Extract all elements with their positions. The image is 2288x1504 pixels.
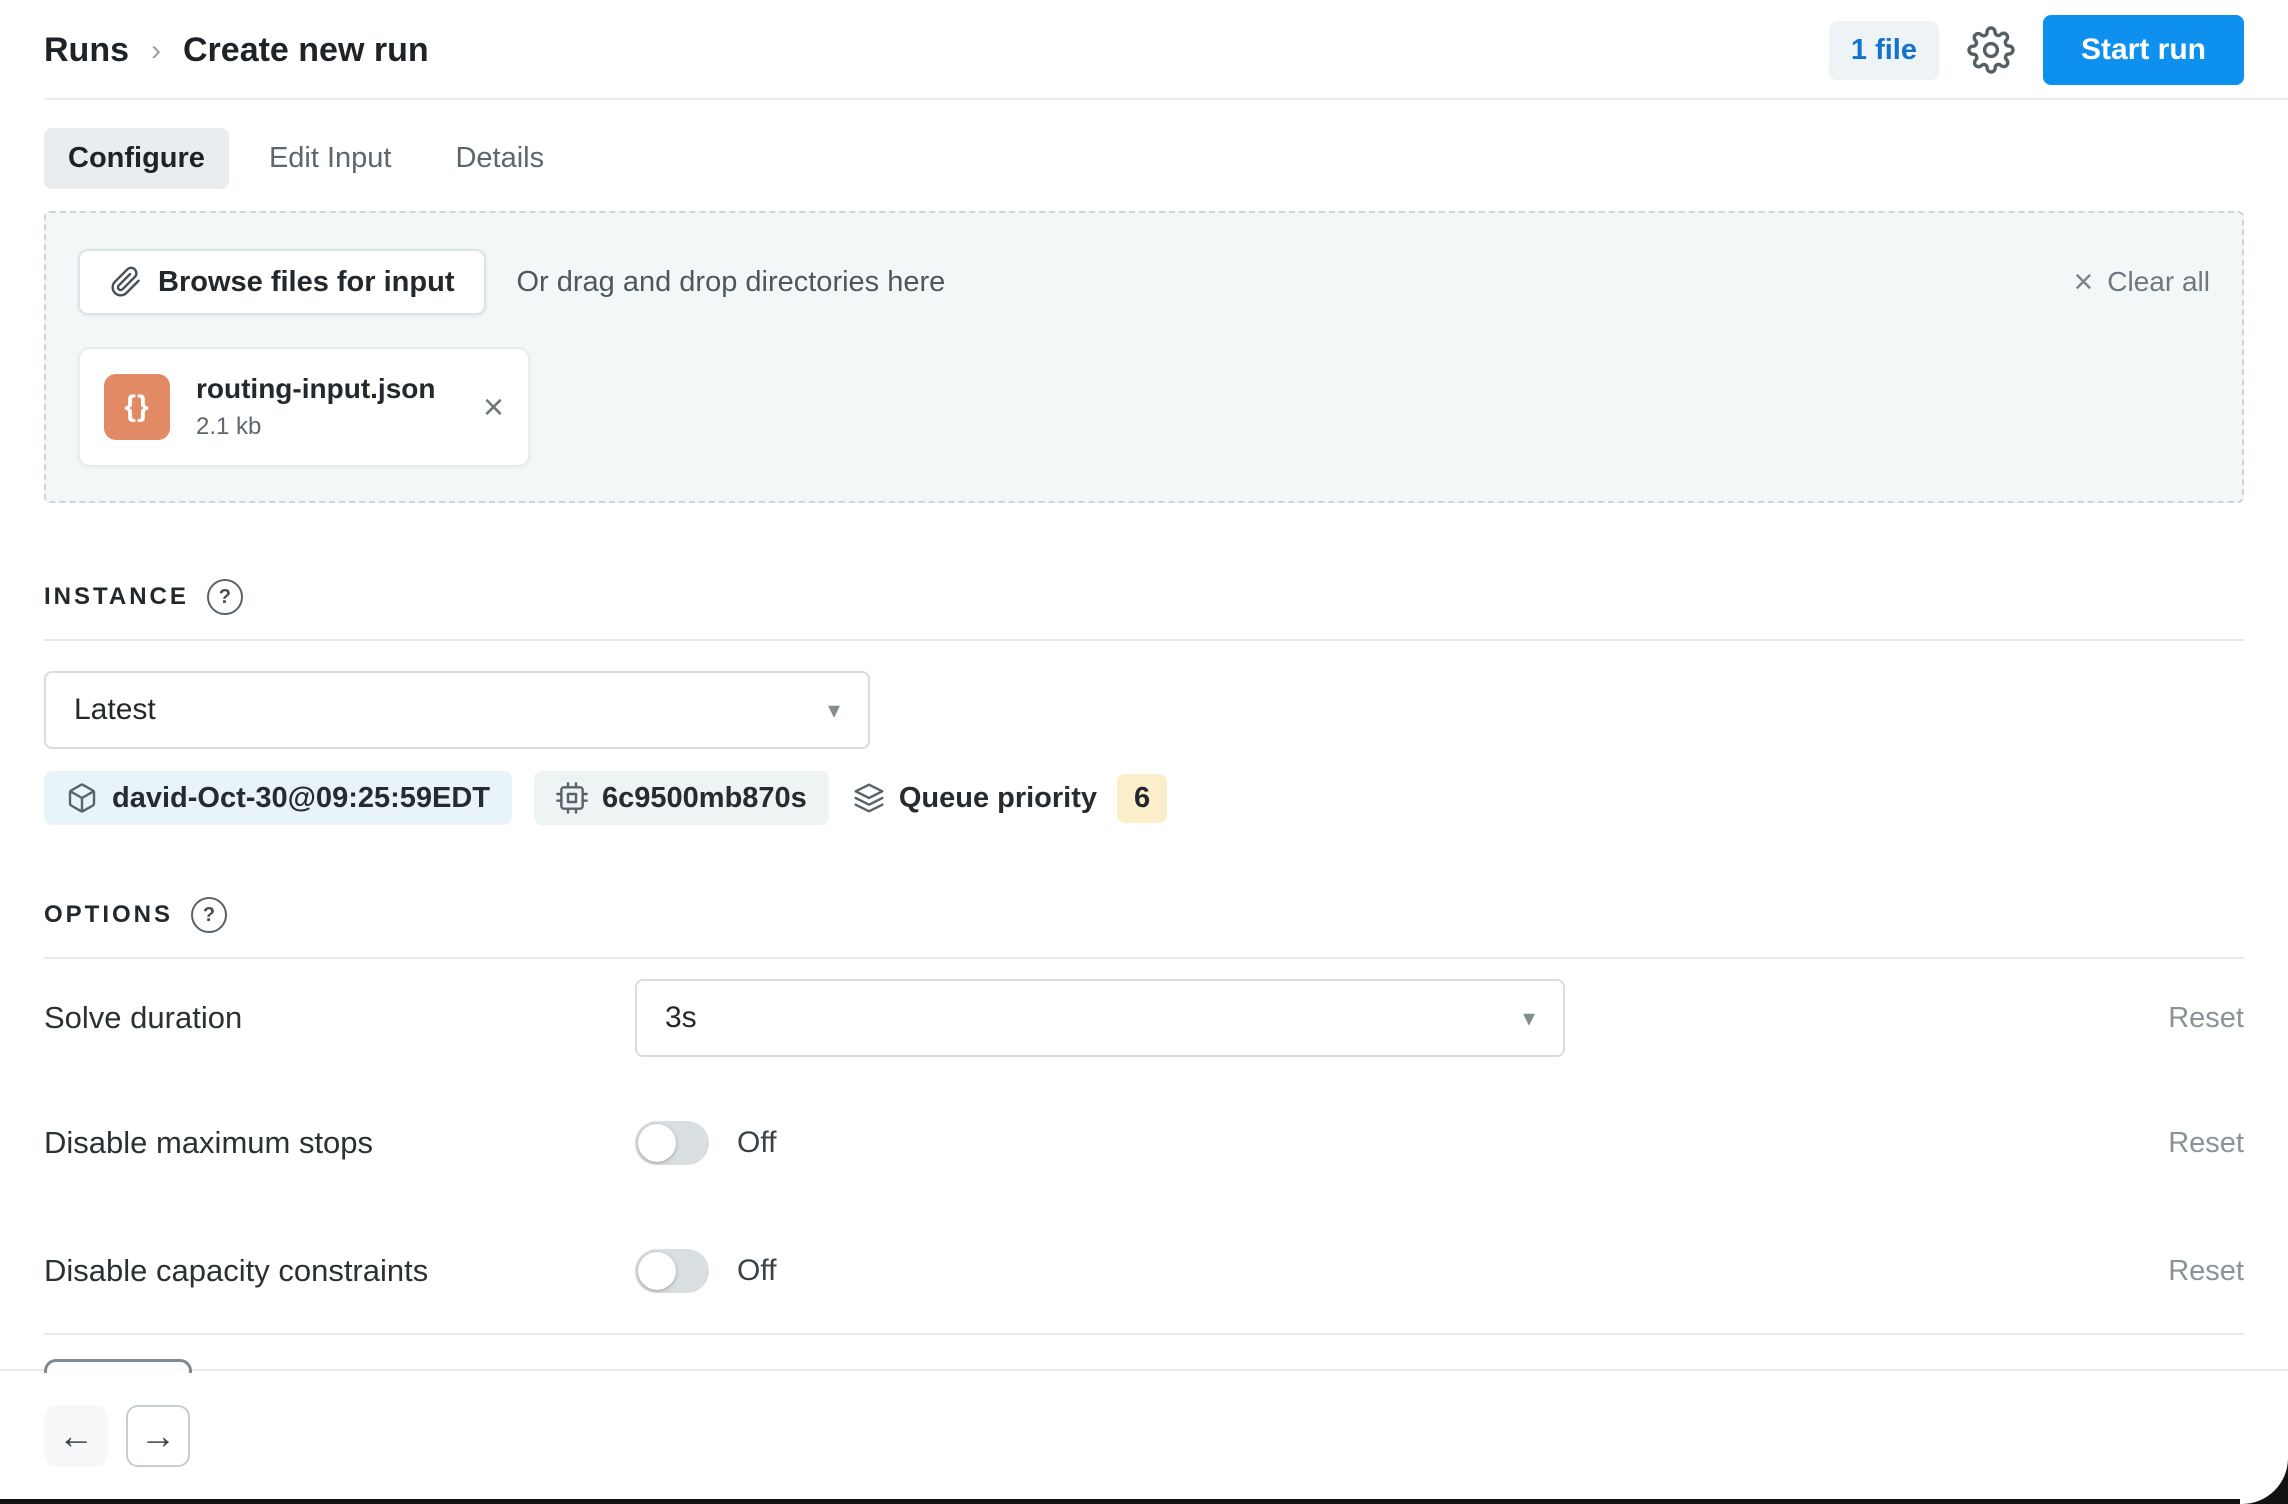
paperclip-icon — [110, 266, 142, 298]
option-row-disable-max-stops: Disable maximum stops Off Reset — [44, 1121, 2244, 1165]
solve-duration-value: 3s — [665, 1001, 697, 1034]
chevron-right-icon: › — [151, 34, 161, 67]
drag-drop-hint: Or drag and drop directories here — [516, 265, 946, 298]
queue-priority-value-badge: 6 — [1117, 773, 1168, 823]
disable-capacity-label: Disable capacity constraints — [44, 1253, 429, 1288]
cpu-chip-icon — [556, 782, 588, 814]
disable-capacity-toggle[interactable] — [635, 1249, 709, 1293]
queue-priority-label: Queue priority — [898, 781, 1098, 814]
instance-version-tag: david-Oct-30@09:25:59EDT — [44, 771, 513, 825]
tab-configure[interactable]: Configure — [44, 128, 229, 189]
options-divider — [44, 957, 2244, 959]
layers-icon — [853, 782, 885, 814]
disable-max-stops-state: Off — [737, 1126, 777, 1159]
browse-files-label: Browse files for input — [158, 265, 455, 298]
device-tag-label: 6c9500mb870s — [602, 781, 807, 814]
solve-duration-reset[interactable]: Reset — [2168, 1002, 2244, 1035]
breadcrumb-runs[interactable]: Runs — [44, 31, 129, 70]
page-title: Create new run — [183, 30, 429, 69]
disable-max-stops-toggle[interactable] — [635, 1121, 709, 1165]
tab-bar: Configure Edit Input Details — [0, 100, 2288, 211]
dropzone-toolbar: Browse files for input Or drag and drop … — [78, 249, 2210, 315]
cube-icon — [66, 782, 98, 814]
instance-tags: david-Oct-30@09:25:59EDT 6c9500mb870s Qu… — [44, 771, 2244, 825]
clipped-control-row — [44, 1359, 2244, 1373]
instance-help-icon[interactable]: ? — [206, 579, 243, 615]
disable-capacity-state: Off — [737, 1254, 777, 1287]
file-count-badge[interactable]: 1 file — [1828, 20, 1939, 80]
instance-version-select[interactable]: Latest ▾ — [44, 671, 870, 749]
file-name: routing-input.json — [196, 373, 436, 404]
header-actions: 1 file Start run — [1828, 15, 2244, 85]
forward-arrow-button[interactable]: → — [126, 1405, 190, 1467]
uploaded-file-card: {} routing-input.json 2.1 kb × — [78, 347, 530, 467]
queue-priority-tag: Queue priority 6 — [851, 771, 1169, 825]
options-bottom-divider — [44, 1333, 2244, 1335]
instance-version-value: Latest — [74, 693, 156, 726]
clear-all-button[interactable]: × Clear all — [2073, 265, 2210, 299]
options-section-title: OPTIONS — [44, 901, 174, 928]
remove-file-icon[interactable]: × — [483, 389, 504, 425]
chevron-down-icon: ▾ — [1522, 1004, 1535, 1032]
breadcrumb: Runs › Create new run — [44, 31, 429, 70]
back-arrow-button[interactable]: ← — [44, 1405, 108, 1467]
clear-all-label: Clear all — [2107, 266, 2210, 297]
tab-edit-input[interactable]: Edit Input — [245, 128, 416, 189]
clipped-button[interactable] — [44, 1359, 192, 1373]
instance-divider — [44, 639, 2244, 641]
start-run-button[interactable]: Start run — [2042, 15, 2244, 85]
disable-max-stops-label: Disable maximum stops — [44, 1125, 374, 1160]
page-header: Runs › Create new run 1 file Start run — [0, 0, 2288, 100]
gear-icon[interactable] — [1967, 26, 2015, 74]
close-icon: × — [2073, 263, 2094, 301]
tab-details[interactable]: Details — [431, 128, 568, 189]
options-help-icon[interactable]: ? — [191, 897, 228, 933]
disable-max-stops-reset[interactable]: Reset — [2168, 1127, 2244, 1160]
screen-bottom-edge — [0, 1499, 2288, 1504]
instance-section-title: INSTANCE — [44, 583, 189, 610]
file-meta: routing-input.json 2.1 kb — [196, 373, 436, 441]
toggle-knob — [638, 1124, 676, 1162]
chevron-down-icon: ▾ — [827, 696, 840, 724]
solve-duration-label: Solve duration — [44, 1000, 243, 1035]
options-section-header: OPTIONS ? — [44, 897, 2244, 933]
instance-section-header: INSTANCE ? — [44, 579, 2244, 615]
option-row-disable-capacity: Disable capacity constraints Off Reset — [44, 1249, 2244, 1293]
device-tag: 6c9500mb870s — [534, 771, 829, 825]
json-file-icon: {} — [104, 374, 170, 440]
instance-version-label: david-Oct-30@09:25:59EDT — [112, 781, 491, 814]
footer-divider — [0, 1369, 2288, 1371]
browse-files-button[interactable]: Browse files for input — [78, 249, 487, 315]
solve-duration-select[interactable]: 3s ▾ — [635, 979, 1565, 1057]
file-dropzone[interactable]: Browse files for input Or drag and drop … — [44, 211, 2244, 503]
disable-capacity-reset[interactable]: Reset — [2168, 1255, 2244, 1288]
option-row-solve-duration: Solve duration 3s ▾ Reset — [44, 979, 2244, 1057]
toggle-knob — [638, 1252, 676, 1290]
file-size: 2.1 kb — [196, 413, 262, 440]
window-rounded-corner — [2240, 1430, 2288, 1504]
footer-navigation: ← → — [44, 1405, 2244, 1467]
